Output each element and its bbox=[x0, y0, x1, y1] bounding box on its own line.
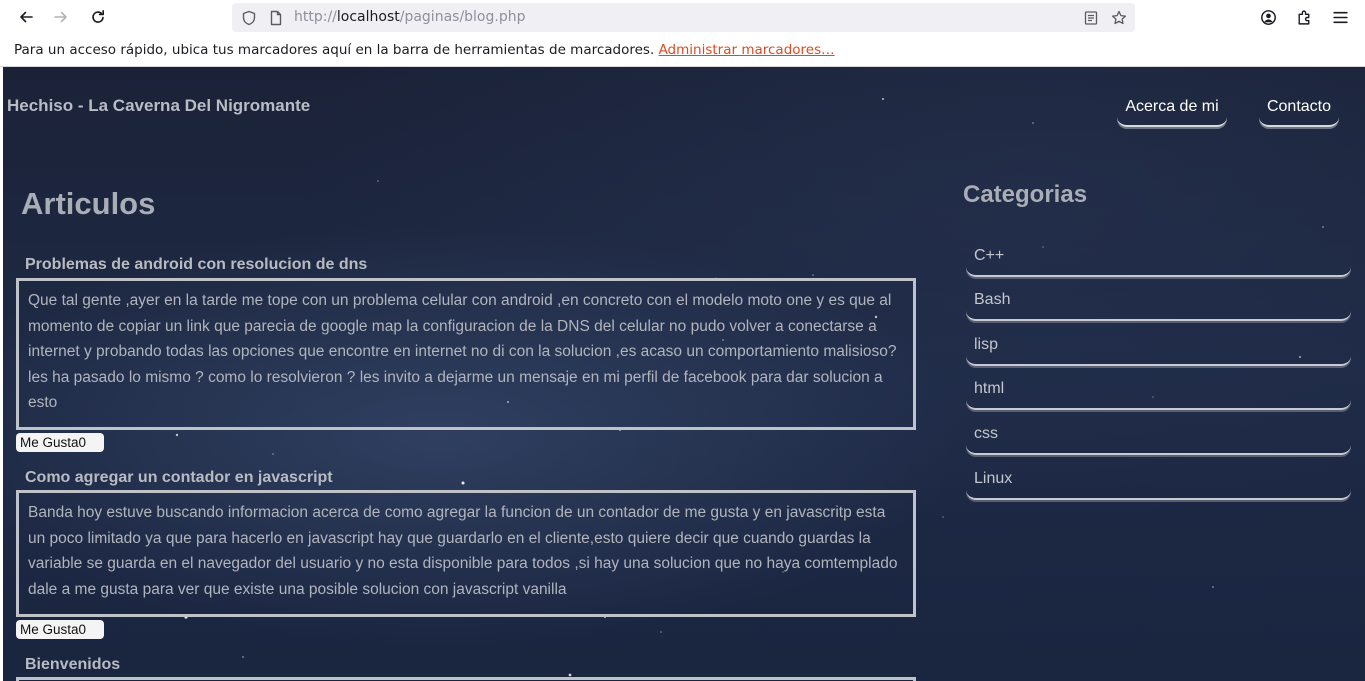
manage-bookmarks-link[interactable]: Administrar marcadores… bbox=[659, 42, 835, 58]
like-button[interactable]: Me Gusta 0 bbox=[16, 620, 104, 639]
like-count: 0 bbox=[78, 622, 87, 637]
forward-button[interactable] bbox=[48, 5, 74, 29]
extensions-icon[interactable] bbox=[1294, 7, 1314, 27]
article-body: Banda hoy estuve buscando informacion ac… bbox=[16, 490, 916, 617]
category-item[interactable]: lisp bbox=[966, 326, 1351, 366]
browser-toolbar: http://localhost/paginas/blog.php bbox=[0, 0, 1365, 34]
article-title: Bienvenidos bbox=[25, 656, 121, 673]
reader-view-icon[interactable] bbox=[1082, 9, 1099, 26]
article-title: Como agregar un contador en javascript bbox=[25, 469, 333, 486]
page-info-icon[interactable] bbox=[267, 9, 284, 26]
bookmarks-bar: Para un acceso rápido, ubica tus marcado… bbox=[0, 34, 1365, 67]
url-protocol: http:// bbox=[294, 9, 337, 25]
category-item[interactable]: Linux bbox=[966, 460, 1351, 500]
like-button[interactable]: Me Gusta 0 bbox=[16, 433, 104, 452]
arrow-right-icon bbox=[54, 11, 67, 23]
category-item[interactable]: C++ bbox=[966, 237, 1351, 277]
category-item[interactable]: Bash bbox=[966, 281, 1351, 321]
bookmark-star-icon[interactable] bbox=[1110, 9, 1127, 26]
category-item[interactable]: css bbox=[966, 415, 1351, 455]
article-body bbox=[16, 677, 916, 681]
like-count: 0 bbox=[78, 435, 87, 450]
articles-heading: Articulos bbox=[21, 186, 156, 221]
article-body: Que tal gente ,ayer en la tarde me tope … bbox=[16, 278, 916, 430]
like-label: Me Gusta bbox=[20, 622, 79, 637]
reload-button[interactable] bbox=[85, 5, 111, 29]
site-title[interactable]: Hechiso - La Caverna Del Nigromante bbox=[7, 96, 310, 116]
reload-icon bbox=[92, 10, 104, 23]
url-host: localhost bbox=[336, 9, 400, 25]
nav-about-button[interactable]: Acerca de mi bbox=[1117, 89, 1227, 127]
url-path: /paginas/blog.php bbox=[399, 9, 526, 25]
categories-heading: Categorias bbox=[963, 181, 1088, 208]
account-icon[interactable] bbox=[1258, 7, 1278, 27]
back-button[interactable] bbox=[13, 5, 39, 29]
article-title: Problemas de android con resolucion de d… bbox=[25, 256, 368, 273]
shield-icon[interactable] bbox=[240, 9, 257, 26]
url-text[interactable]: http://localhost/paginas/blog.php bbox=[294, 9, 525, 25]
nav-contact-button[interactable]: Contacto bbox=[1259, 89, 1339, 127]
category-item[interactable]: html bbox=[966, 370, 1351, 410]
web-page: Hechiso - La Caverna Del Nigromante Acer… bbox=[3, 67, 1365, 681]
bookmarks-message: Para un acceso rápido, ubica tus marcado… bbox=[14, 42, 835, 58]
bookmarks-hint: Para un acceso rápido, ubica tus marcado… bbox=[14, 42, 655, 58]
arrow-left-icon bbox=[20, 11, 33, 23]
menu-icon[interactable] bbox=[1330, 7, 1350, 27]
url-bar[interactable]: http://localhost/paginas/blog.php bbox=[232, 3, 1135, 32]
like-label: Me Gusta bbox=[20, 435, 79, 450]
